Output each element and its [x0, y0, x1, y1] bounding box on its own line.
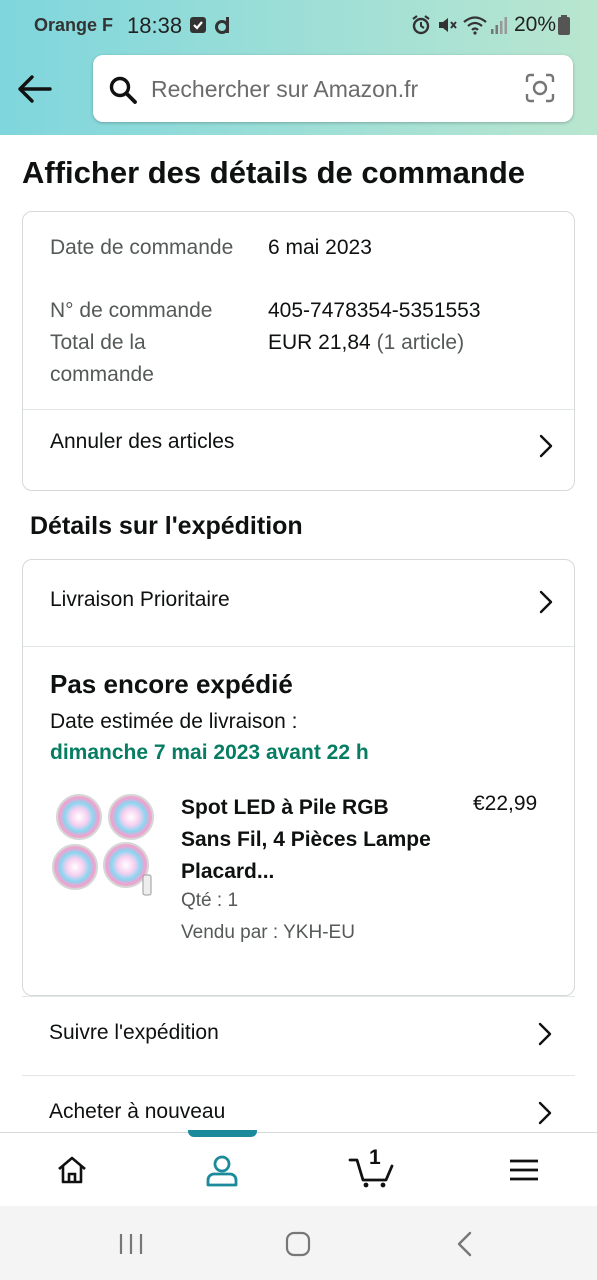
divider: [23, 646, 574, 647]
recent-apps-icon[interactable]: [116, 1230, 146, 1258]
person-icon: [206, 1155, 238, 1187]
home-button-icon[interactable]: [283, 1230, 313, 1258]
product-thumbnail[interactable]: [51, 793, 161, 903]
mute-icon: [439, 18, 457, 32]
wifi-icon: [463, 16, 487, 35]
alarm-icon: [412, 15, 430, 35]
camera-scan-icon[interactable]: [524, 72, 556, 104]
carrier-label: Orange F: [34, 15, 114, 35]
back-arrow-icon[interactable]: [16, 72, 54, 106]
nav-home[interactable]: [47, 1147, 97, 1193]
cart-count-badge: 1: [369, 1146, 381, 1169]
page-title: Afficher des détails de commande: [22, 155, 526, 190]
delivery-option-link[interactable]: Livraison Prioritaire: [23, 568, 574, 638]
order-date-label: Date de commande: [50, 236, 234, 259]
chevron-right-icon: [539, 590, 553, 614]
checkbox-notification-icon: [190, 17, 206, 33]
active-tab-indicator: [188, 1130, 257, 1137]
home-icon: [58, 1156, 86, 1184]
battery-percent: 20%: [514, 13, 557, 36]
nav-menu[interactable]: [499, 1147, 549, 1193]
battery-icon: [558, 15, 570, 35]
status-bar: Orange F 18:38 20%: [0, 0, 597, 52]
order-summary-card: Date de commande 6 mai 2023 N° de comman…: [22, 211, 575, 491]
product-title[interactable]: Spot LED à Pile RGB Sans Fil, 4 Pièces L…: [181, 792, 441, 888]
order-date-value: 6 mai 2023: [268, 236, 372, 259]
chevron-right-icon: [538, 1101, 552, 1125]
cancel-items-link[interactable]: Annuler des articles: [23, 410, 574, 480]
search-icon: [109, 76, 137, 104]
search-bar[interactable]: [93, 55, 573, 122]
product-price: €22,99: [473, 792, 538, 815]
track-shipment-link[interactable]: Suivre l'expédition: [22, 996, 575, 1075]
app-d-notification-icon: [215, 17, 229, 34]
buy-again-label: Acheter à nouveau: [49, 1100, 226, 1123]
bottom-navigation: 1: [0, 1130, 597, 1206]
search-input[interactable]: [151, 69, 511, 109]
hamburger-menu-icon: [510, 1159, 538, 1181]
chevron-right-icon: [538, 1022, 552, 1046]
header: Orange F 18:38 20% Rechercher sur Amazon…: [0, 0, 597, 135]
system-navigation-bar: [0, 1206, 597, 1280]
order-item-count: (1 article): [376, 331, 465, 354]
order-total-value: EUR 21,84 (1 article): [268, 327, 464, 359]
cancel-items-label: Annuler des articles: [50, 430, 235, 453]
order-total-label: Total de la commande: [50, 331, 154, 386]
shipment-status: Pas encore expédié: [50, 669, 293, 699]
nav-account[interactable]: [197, 1147, 247, 1193]
estimated-delivery-date: dimanche 7 mai 2023 avant 22 h: [50, 741, 369, 764]
signal-icon: [491, 17, 507, 34]
product-quantity: Qté : 1: [181, 890, 239, 911]
delivery-option-label: Livraison Prioritaire: [50, 588, 230, 611]
back-button-icon[interactable]: [450, 1230, 480, 1258]
clock: 18:38: [127, 13, 183, 38]
shipment-card: Livraison Prioritaire Pas encore expédié…: [22, 559, 575, 996]
shipping-section-title: Détails sur l'expédition: [30, 512, 303, 540]
track-shipment-label: Suivre l'expédition: [49, 1021, 219, 1044]
estimated-delivery-label: Date estimée de livraison :: [50, 710, 298, 733]
order-total-amount: EUR 21,84: [268, 331, 371, 354]
order-number-label: N° de commande: [50, 299, 213, 322]
order-number-value: 405-7478354-5351553: [268, 299, 481, 322]
chevron-right-icon: [539, 434, 553, 458]
product-seller: Vendu par : YKH-EU: [181, 922, 355, 943]
